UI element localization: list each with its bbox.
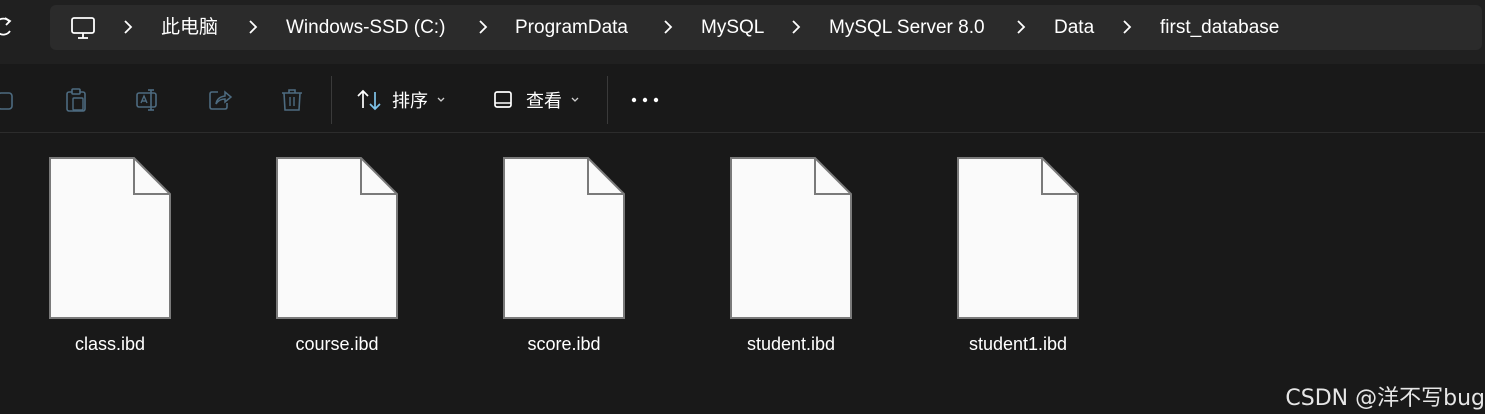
breadcrumb-first-database[interactable]: first_database (1160, 16, 1279, 40)
breadcrumb-this-pc[interactable]: 此电脑 (161, 16, 218, 40)
file-icon (503, 157, 625, 319)
file-icon (957, 157, 1079, 319)
file-icon (49, 157, 171, 319)
chevron-down-icon (437, 97, 445, 102)
file-name: score.ibd (527, 334, 601, 354)
navigation-bar: 此电脑 Windows-SSD (C:) ProgramData MySQL M… (0, 0, 1485, 64)
chevron-right-icon[interactable] (790, 18, 802, 36)
file-item[interactable]: score.ibd (489, 157, 639, 363)
file-item[interactable]: student1.ibd (943, 157, 1093, 363)
paste-icon[interactable] (62, 86, 90, 114)
chevron-right-icon[interactable] (1015, 18, 1027, 36)
rename-icon[interactable] (134, 86, 162, 114)
chevron-down-icon (571, 97, 579, 102)
sort-label: 排序 (392, 91, 428, 112)
chevron-right-icon[interactable] (477, 18, 489, 36)
sort-icon (357, 89, 381, 111)
more-icon (631, 97, 659, 103)
file-name: student1.ibd (968, 334, 1068, 354)
file-name: course.ibd (295, 334, 379, 354)
file-icon (276, 157, 398, 319)
more-options-button[interactable] (630, 82, 660, 118)
breadcrumb-drive-c[interactable]: Windows-SSD (C:) (286, 16, 445, 40)
breadcrumb-mysql-server[interactable]: MySQL Server 8.0 (829, 16, 985, 40)
breadcrumb-mysql[interactable]: MySQL (701, 16, 764, 40)
chevron-right-icon[interactable] (122, 18, 134, 36)
csdn-watermark: CSDN @洋不写bug (1285, 386, 1485, 411)
file-name: class.ibd (74, 334, 146, 354)
address-bar[interactable]: 此电脑 Windows-SSD (C:) ProgramData MySQL M… (50, 5, 1482, 50)
copy-icon[interactable] (0, 86, 20, 114)
view-label: 查看 (526, 91, 562, 112)
file-item[interactable]: course.ibd (262, 157, 412, 363)
file-name: student.ibd (746, 334, 836, 354)
chevron-right-icon[interactable] (247, 18, 259, 36)
chevron-right-icon[interactable] (1121, 18, 1133, 36)
file-item[interactable]: student.ibd (716, 157, 866, 363)
file-list: class.ibd course.ibd score.ibd student.i… (0, 133, 1485, 414)
chevron-right-icon[interactable] (662, 18, 674, 36)
command-bar: 排序 查看 (0, 64, 1485, 133)
toolbar-divider (607, 76, 608, 124)
toolbar-divider (331, 76, 332, 124)
file-icon (730, 157, 852, 319)
delete-icon[interactable] (278, 86, 306, 114)
share-icon[interactable] (206, 86, 234, 114)
view-button[interactable]: 查看 (492, 82, 580, 118)
pc-icon[interactable] (70, 15, 96, 41)
file-item[interactable]: class.ibd (35, 157, 185, 363)
breadcrumb-programdata[interactable]: ProgramData (515, 16, 628, 40)
view-icon (494, 91, 512, 108)
sort-button[interactable]: 排序 (356, 82, 446, 118)
refresh-icon[interactable] (0, 14, 16, 40)
breadcrumb-data[interactable]: Data (1054, 16, 1094, 40)
